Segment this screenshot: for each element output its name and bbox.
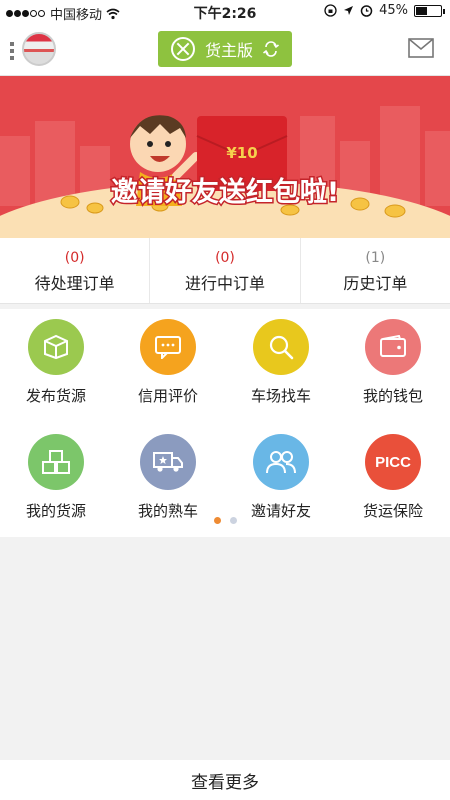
chat-icon: [140, 319, 196, 375]
header: 货主版: [0, 24, 450, 76]
grid-label: 信用评价: [137, 387, 198, 405]
tab-history-orders[interactable]: (1) 历史订单: [301, 238, 450, 303]
battery-percent: 45%: [379, 3, 408, 18]
location-icon: [344, 6, 354, 15]
page-indicator: [0, 517, 450, 524]
order-count: (0): [215, 250, 235, 266]
order-count: (1): [365, 250, 386, 266]
grid-item-my-cargo[interactable]: 我的货源: [0, 434, 112, 521]
rotation-lock-icon: [324, 4, 337, 17]
order-count: (0): [64, 250, 85, 266]
battery-icon: [414, 4, 445, 17]
status-right: 45%: [324, 3, 445, 18]
tab-ongoing-orders[interactable]: (0) 进行中订单: [150, 238, 301, 303]
role-icon: [170, 37, 195, 61]
grid-item-cargo-insurance[interactable]: PICC 货运保险: [337, 434, 449, 521]
grid-item-publish-cargo[interactable]: 发布货源: [0, 319, 112, 406]
grid-label: 发布货源: [25, 387, 86, 405]
role-switch-button[interactable]: 货主版: [158, 31, 292, 67]
picc-logo-text: PICC: [375, 453, 411, 471]
page-dot-active[interactable]: [213, 517, 221, 524]
tab-pending-orders[interactable]: (0) 待处理订单: [0, 238, 151, 303]
friends-icon: [253, 434, 309, 490]
page-dot[interactable]: [229, 517, 237, 524]
boxes-icon: [28, 434, 84, 490]
banner-title: 邀请好友送红包啦!: [111, 176, 339, 208]
grid-label: 车场找车: [250, 387, 311, 405]
order-tabs: (0) 待处理订单 (0) 进行中订单 (1) 历史订单: [0, 238, 450, 304]
role-label: 货主版: [204, 41, 253, 60]
switch-arrows-icon: [263, 41, 279, 57]
menu-dots-icon[interactable]: [10, 42, 16, 63]
wallet-icon: [365, 319, 421, 375]
truck-icon: [140, 434, 196, 490]
picc-icon: PICC: [365, 434, 421, 490]
order-label: 历史订单: [343, 274, 408, 293]
red-packet-amount: ¥10: [226, 144, 257, 162]
grid-label: 我的钱包: [362, 387, 423, 405]
feature-grid: 发布货源 信用评价 车场找车 我的钱包 我的货源 我的熟车 邀请好友 PICC …: [0, 309, 450, 537]
box-icon: [28, 319, 84, 375]
banner-illustration: ¥10 邀请好友送红包啦!: [0, 76, 450, 238]
status-bar: 中国移动 下午2:26 45%: [0, 0, 450, 24]
view-more-button[interactable]: 查看更多: [0, 760, 450, 800]
grid-item-wallet[interactable]: 我的钱包: [337, 319, 449, 406]
alarm-icon: [360, 5, 373, 17]
order-label: 进行中订单: [184, 274, 265, 293]
grid-item-credit-rating[interactable]: 信用评价: [112, 319, 224, 406]
search-icon: [253, 319, 309, 375]
grid-item-find-truck[interactable]: 车场找车: [225, 319, 337, 406]
avatar[interactable]: [22, 32, 56, 66]
order-label: 待处理订单: [34, 274, 115, 293]
mail-icon[interactable]: [408, 38, 434, 58]
grid-item-familiar-trucks[interactable]: 我的熟车: [112, 434, 224, 521]
grid-item-invite-friends[interactable]: 邀请好友: [225, 434, 337, 521]
promo-banner[interactable]: ¥10 邀请好友送红包啦!: [0, 76, 450, 238]
